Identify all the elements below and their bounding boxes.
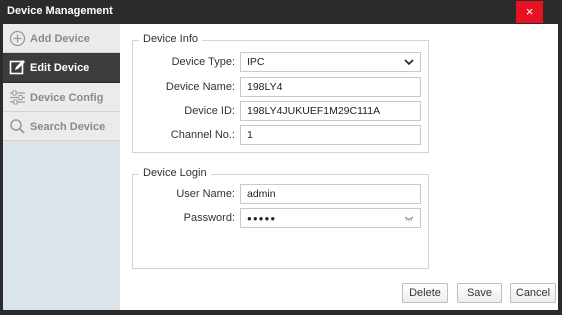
password-label: Password:: [183, 212, 235, 224]
save-button[interactable]: Save: [457, 283, 502, 303]
sidebar-item-add-device[interactable]: Add Device: [3, 24, 120, 53]
close-button[interactable]: ×: [516, 1, 543, 23]
device-id-field[interactable]: 198LY4JUKUEF1M29C111A: [240, 101, 421, 121]
device-management-window: Device Management × Add Device Edit Devi…: [0, 0, 562, 315]
device-login-title: Device Login: [139, 167, 211, 179]
user-name-value: admin: [247, 188, 276, 200]
device-type-select[interactable]: IPC: [240, 52, 421, 72]
close-icon: ×: [525, 4, 534, 19]
sidebar-item-device-config[interactable]: Device Config: [3, 83, 120, 112]
channel-no-value: 1: [247, 129, 253, 141]
show-password-icon[interactable]: [404, 214, 414, 222]
device-info-title: Device Info: [139, 33, 203, 45]
cancel-button[interactable]: Cancel: [510, 283, 556, 303]
sidebar-item-search-device[interactable]: Search Device: [3, 112, 120, 141]
sidebar-item-edit-device[interactable]: Edit Device: [3, 53, 120, 83]
password-field[interactable]: ●●●●●: [240, 208, 421, 228]
title-bar: Device Management ×: [0, 0, 562, 24]
channel-no-field[interactable]: 1: [240, 125, 421, 145]
device-id-value: 198LY4JUKUEF1M29C111A: [247, 105, 381, 117]
edit-device-panel: Device Info Device Type: IPC Device Name…: [120, 24, 558, 310]
sidebar-item-label: Edit Device: [30, 62, 90, 74]
device-id-label: Device ID:: [184, 105, 235, 117]
user-name-field[interactable]: admin: [240, 184, 421, 204]
search-icon: [10, 119, 25, 134]
user-name-label: User Name:: [176, 188, 235, 200]
device-type-label: Device Type:: [171, 56, 235, 68]
sidebar-item-label: Add Device: [30, 33, 90, 45]
device-name-value: 198LY4: [247, 81, 283, 93]
device-name-label: Device Name:: [165, 81, 235, 93]
dialog-body: Add Device Edit Device Device Config Sea…: [3, 24, 558, 310]
plus-circle-icon: [9, 30, 26, 47]
device-type-value: IPC: [247, 56, 265, 68]
channel-no-label: Channel No.:: [170, 129, 235, 141]
chevron-down-icon: [404, 59, 414, 66]
password-value: ●●●●●: [247, 214, 277, 223]
edit-icon: [9, 60, 25, 75]
sidebar-item-label: Device Config: [30, 92, 104, 104]
sliders-icon: [10, 90, 25, 105]
window-title: Device Management: [7, 5, 113, 17]
sidebar-item-label: Search Device: [30, 121, 106, 133]
sidebar: Add Device Edit Device Device Config Sea…: [3, 24, 120, 310]
delete-button[interactable]: Delete: [402, 283, 448, 303]
device-name-field[interactable]: 198LY4: [240, 77, 421, 97]
